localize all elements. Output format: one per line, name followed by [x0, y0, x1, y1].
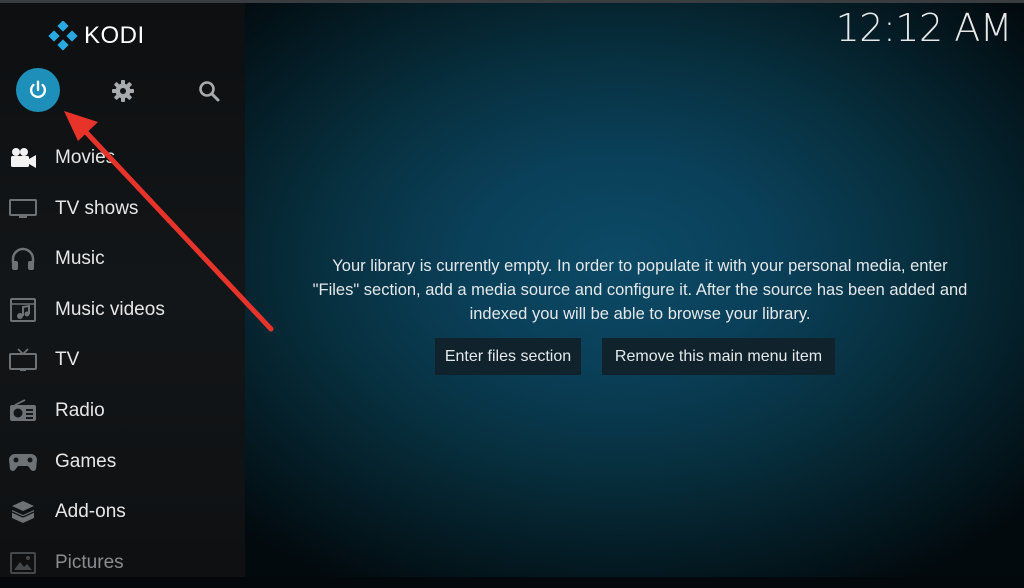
movie-camera-icon	[8, 146, 38, 170]
sidebar-item-label: Movies	[55, 147, 116, 168]
sidebar-item-radio[interactable]: Radio	[0, 386, 245, 436]
remove-menu-item-button[interactable]: Remove this main menu item	[602, 338, 835, 375]
television-icon	[8, 348, 38, 372]
tv-icon	[8, 197, 38, 221]
sidebar-item-label: Games	[55, 451, 117, 472]
enter-files-section-button[interactable]: Enter files section	[435, 338, 581, 375]
power-icon	[29, 80, 47, 99]
message-line: indexed you will be able to browse your …	[469, 305, 811, 323]
sidebar-item-tv-shows[interactable]: TV shows	[0, 184, 245, 234]
sidebar-item-pictures[interactable]: Pictures	[0, 538, 245, 588]
settings-button[interactable]	[108, 76, 138, 106]
pictures-icon	[8, 551, 38, 575]
sidebar-item-music[interactable]: Music	[0, 234, 245, 284]
headphones-icon	[8, 247, 38, 271]
sidebar-item-label: Music	[55, 248, 105, 269]
gear-icon	[112, 80, 134, 102]
sidebar-item-music-videos[interactable]: Music videos	[0, 285, 245, 335]
sidebar-item-label: Pictures	[55, 552, 124, 573]
sidebar-item-label: TV shows	[55, 198, 139, 219]
kodi-logo-icon	[48, 21, 78, 51]
sidebar-item-label: Radio	[55, 400, 105, 421]
music-video-icon	[8, 298, 38, 322]
clock: 12:12 AM	[835, 6, 1013, 50]
message-line: "Files" section, add a media source and …	[312, 281, 968, 299]
power-button[interactable]	[16, 68, 60, 112]
message-line: Your library is currently empty. In orde…	[332, 257, 948, 275]
sidebar-item-add-ons[interactable]: Add-ons	[0, 487, 245, 537]
sidebar-item-games[interactable]: Games	[0, 437, 245, 487]
sidebar: KODI Movies TV shows Music Music videos …	[0, 3, 245, 577]
search-button[interactable]	[194, 76, 224, 106]
kodi-logo: KODI	[48, 21, 145, 51]
gamepad-icon	[8, 450, 38, 474]
sidebar-item-label: Music videos	[55, 299, 165, 320]
sidebar-item-tv[interactable]: TV	[0, 335, 245, 385]
search-icon	[199, 81, 220, 102]
addons-box-icon	[8, 500, 38, 524]
empty-library-message: Your library is currently empty. In orde…	[270, 254, 1010, 326]
radio-icon	[8, 399, 38, 423]
sidebar-item-label: Add-ons	[55, 501, 126, 522]
app-name: KODI	[84, 22, 145, 49]
sidebar-item-movies[interactable]: Movies	[0, 133, 245, 183]
sidebar-item-label: TV	[55, 349, 80, 370]
